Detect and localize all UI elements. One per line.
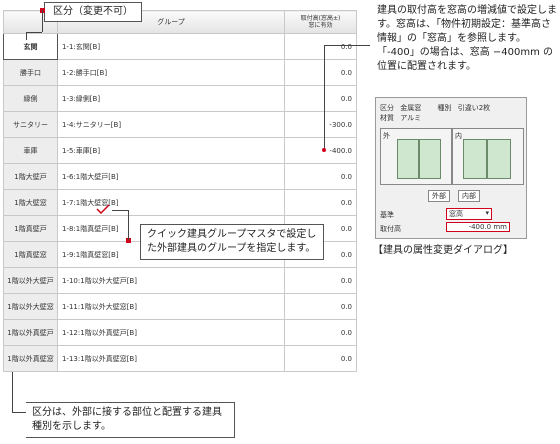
callout-leader: [42, 10, 43, 32]
kubun-cell: 1階以外大壁戸: [3, 267, 58, 294]
header-value-line2: 窓に有効: [308, 22, 333, 29]
value-cell[interactable]: 0.0: [284, 33, 357, 60]
base-select-value: 窓高: [449, 210, 463, 218]
chevron-down-icon: ▾: [485, 209, 489, 217]
value-cell[interactable]: -400.0: [284, 137, 357, 164]
value-cell[interactable]: 0.0: [284, 319, 357, 346]
dialog-base-label: 基準: [380, 211, 394, 219]
kubun-cell: 1階真壁窓: [3, 241, 58, 268]
callout-marker: [322, 148, 326, 152]
group-cell[interactable]: 1-7:1階大壁窓[B]: [57, 189, 285, 216]
door-preview-inside: 内: [452, 128, 524, 185]
side-note: 建具の取付高を窓高の増減値で設定します。窓高は、「物件初期設定：基準高さ情報」の…: [377, 5, 557, 72]
dialog-height-label: 取付高: [380, 225, 401, 233]
table-row[interactable]: 勝手口 1-2:勝手口[B] 0.0: [3, 59, 357, 86]
value-cell[interactable]: 0.0: [284, 85, 357, 112]
group-cell[interactable]: 1-13:1階以外真壁窓[B]: [57, 345, 285, 372]
table-row[interactable]: 1階以外大壁窓 1-11:1階以外大壁窓[B] 0.0: [3, 293, 357, 320]
group-note-callout: クイック建具グループマスタで設定した外部建具のグループを指定します。: [140, 224, 324, 260]
table-row[interactable]: 1階以外大壁戸 1-10:1階以外大壁戸[B] 0.0: [3, 267, 357, 294]
table-row[interactable]: 車庫 1-5:車庫[B] -400.0: [3, 137, 357, 164]
door-preview-outside: 外: [380, 128, 452, 185]
callout-leader: [128, 210, 129, 240]
kubun-cell: 1階大壁窓: [3, 189, 58, 216]
kubun-cell: 勝手口: [3, 59, 58, 86]
height-input[interactable]: -400.0 mm: [446, 222, 510, 232]
table-row[interactable]: 縁側 1-3:縁側[B] 0.0: [3, 85, 357, 112]
window-pane: [419, 139, 441, 179]
kubun-cell: サニタリー: [3, 111, 58, 138]
callout-leader: [26, 32, 27, 40]
kubun-cell: 玄関: [3, 33, 58, 60]
value-cell[interactable]: 0.0: [284, 267, 357, 294]
header-value-line1: 取付高(窓高±): [300, 15, 341, 22]
value-cell[interactable]: 0.0: [284, 59, 357, 86]
dialog-type-label: 種別: [437, 104, 452, 112]
kubun-cell: 1階大壁戸: [3, 163, 58, 190]
callout-leader: [324, 45, 325, 150]
kubun-cell: 1階以外真壁窓: [3, 345, 58, 372]
kubun-cell: 縁側: [3, 85, 58, 112]
window-pane: [397, 139, 419, 179]
dialog-material-label: 材質: [380, 114, 394, 122]
table-row[interactable]: サニタリー 1-4:サニタリー[B] -300.0: [3, 111, 357, 138]
group-cell[interactable]: 1-10:1階以外大壁戸[B]: [57, 267, 285, 294]
table-row[interactable]: 1階以外真壁窓 1-13:1階以外真壁窓[B] 0.0: [3, 345, 357, 372]
kubun-note-callout: 区分は、外部に接する部位と配置する建具種別を示します。: [26, 402, 235, 438]
kubun-cell: 車庫: [3, 137, 58, 164]
group-cell[interactable]: 1-11:1階以外大壁窓[B]: [57, 293, 285, 320]
inside-label: 内: [455, 132, 462, 140]
tab-outside[interactable]: 外部: [428, 190, 450, 202]
dialog-material-value: アルミ: [400, 114, 422, 122]
window-pane: [487, 139, 511, 179]
table-row[interactable]: 1階以外真壁戸 1-12:1階以外真壁戸[B] 0.0: [3, 319, 357, 346]
header-value: 取付高(窓高±) 窓に有効: [284, 10, 357, 34]
dialog-kubun-label: 区分: [380, 104, 394, 112]
tab-inside[interactable]: 内部: [458, 190, 480, 202]
callout-leader: [324, 45, 370, 46]
base-select[interactable]: 窓高 ▾: [446, 208, 492, 220]
value-cell[interactable]: 0.0: [284, 345, 357, 372]
table-row[interactable]: 玄関 1-1:玄関[B] 0.0: [3, 33, 357, 60]
group-cell[interactable]: 1-4:サニタリー[B]: [57, 111, 285, 138]
door-group-table: グループ 取付高(窓高±) 窓に有効 玄関 1-1:玄関[B] 0.0 勝手口 …: [3, 10, 357, 372]
callout-leader: [26, 32, 42, 33]
kubun-cell: 1階以外大壁窓: [3, 293, 58, 320]
group-cell[interactable]: 1-5:車庫[B]: [57, 137, 285, 164]
group-cell[interactable]: 1-3:縁側[B]: [57, 85, 285, 112]
door-attribute-dialog: 区分 金属窓 種別 引違い2枚 材質 アルミ 外 内 外部 内部 基準 窓高 ▾…: [375, 97, 527, 239]
group-cell[interactable]: 1-2:勝手口[B]: [57, 59, 285, 86]
value-cell[interactable]: 0.0: [284, 189, 357, 216]
callout-leader: [12, 412, 26, 413]
dialog-kubun-value: 金属窓: [400, 104, 422, 112]
kubun-cell: 1階以外真壁戸: [3, 319, 58, 346]
value-cell[interactable]: 0.0: [284, 293, 357, 320]
callout-leader: [112, 210, 128, 211]
table-row[interactable]: 1階大壁窓 1-7:1階大壁窓[B] 0.0: [3, 189, 357, 216]
value-cell[interactable]: 0.0: [284, 163, 357, 190]
kubun-fixed-callout: 区分（変更不可）: [44, 2, 142, 22]
table-row[interactable]: 1階大壁戸 1-6:1階大壁戸[B] 0.0: [3, 163, 357, 190]
kubun-cell: 1階真壁戸: [3, 215, 58, 242]
check-mark-icon: [96, 204, 110, 214]
group-cell[interactable]: 1-6:1階大壁戸[B]: [57, 163, 285, 190]
window-pane: [463, 139, 487, 179]
outside-label: 外: [383, 132, 390, 140]
dialog-caption: 【建具の属性変更ダイアログ】: [373, 245, 513, 256]
callout-leader: [12, 372, 13, 412]
group-cell[interactable]: 1-1:玄関[B]: [57, 33, 285, 60]
dialog-type-value: 引違い2枚: [457, 104, 491, 112]
value-cell[interactable]: -300.0: [284, 111, 357, 138]
group-cell[interactable]: 1-12:1階以外真壁戸[B]: [57, 319, 285, 346]
